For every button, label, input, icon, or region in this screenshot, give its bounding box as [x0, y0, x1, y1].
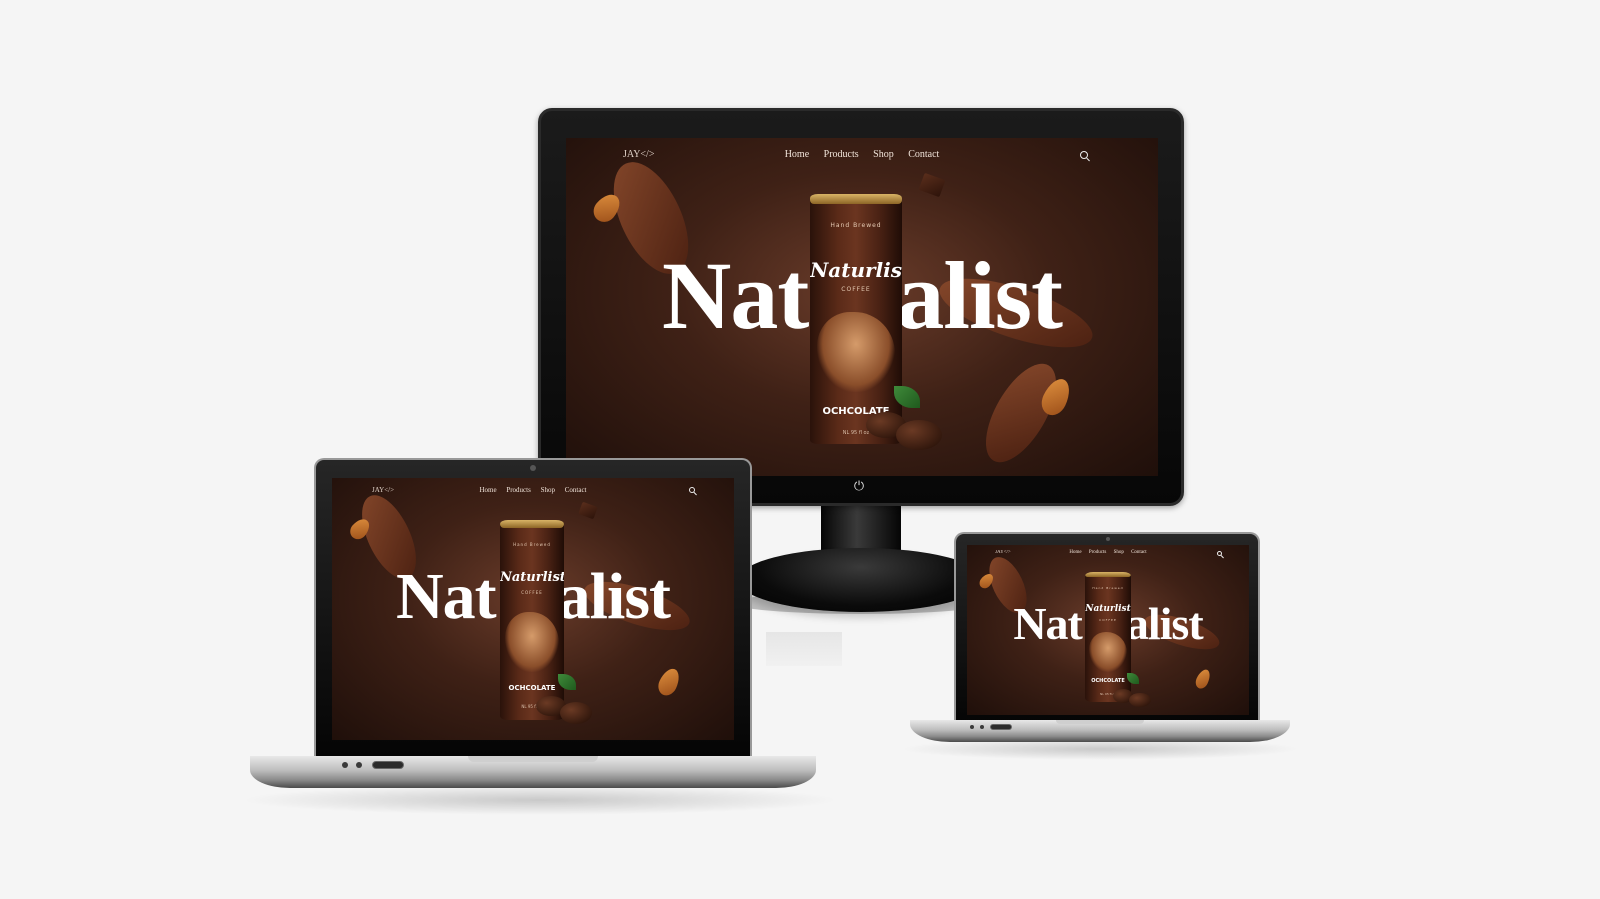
nav-home[interactable]: Home — [479, 486, 496, 494]
almond — [1193, 667, 1213, 691]
coffee-bean — [1129, 693, 1151, 707]
coffee-bean — [896, 420, 942, 450]
laptop-large-screen: JAY</> Home Products Shop Contact Nat ali… — [332, 478, 734, 740]
chocolate-piece — [578, 501, 598, 520]
coffee-bean — [560, 702, 592, 724]
laptop-large-lid: JAY</> Home Products Shop Contact Nat ali… — [314, 458, 752, 756]
can-top-text: Hand Brewed — [1092, 586, 1124, 590]
hero-title-left: Nat — [1013, 598, 1083, 649]
power-icon[interactable]: ⏻ — [852, 480, 866, 494]
search-icon[interactable] — [1080, 151, 1088, 159]
laptop-port — [356, 762, 362, 768]
can-top-text: Hand Brewed — [830, 222, 882, 229]
nav-shop[interactable]: Shop — [873, 149, 894, 160]
laptop-camera — [530, 465, 536, 471]
reflection — [766, 632, 842, 666]
laptop-port — [980, 725, 984, 729]
nav-contact[interactable]: Contact — [908, 149, 939, 160]
hero-title-right: alist — [1125, 598, 1204, 649]
can-flavor: OCHCOLATE — [1091, 678, 1125, 684]
laptop-slot — [990, 724, 1012, 730]
nav-products[interactable]: Products — [1089, 550, 1107, 555]
almond — [654, 665, 684, 699]
hero-title-right: alist — [896, 242, 1063, 349]
laptop-port — [342, 762, 348, 768]
laptop-notch — [1056, 720, 1144, 724]
monitor-bezel: JAY</> Home Products Shop Contact Nat ali… — [538, 108, 1184, 506]
can-brand: Naturlist — [1085, 604, 1131, 614]
can-lid — [810, 194, 902, 204]
can-top-text: Hand Brewed — [513, 542, 551, 547]
site-navbar: JAY</> Home Products Shop Contact — [967, 545, 1249, 563]
nav-products[interactable]: Products — [824, 149, 859, 160]
nav-menu: Home Products Shop Contact — [967, 550, 1249, 555]
hero-title-left: Nat — [396, 560, 497, 633]
can-chocolate-swirl — [505, 612, 559, 672]
laptop-small-lid: JAY</> Home Products Shop Contact Nat ali… — [954, 532, 1260, 722]
nav-products[interactable]: Products — [506, 486, 531, 494]
laptop-camera — [1106, 537, 1110, 541]
laptop-large: JAY</> Home Products Shop Contact Nat ali… — [250, 458, 830, 798]
chocolate-piece — [918, 172, 946, 198]
laptop-port — [970, 725, 974, 729]
can-subtitle: COFFEE — [521, 590, 543, 595]
search-icon[interactable] — [1217, 551, 1222, 556]
laptop-small-base — [910, 720, 1290, 742]
nav-contact[interactable]: Contact — [1131, 550, 1147, 555]
can-chocolate-swirl — [817, 312, 895, 392]
product-can[interactable]: Hand Brewed Naturlist COFFEE OCHCOLATE N… — [500, 520, 564, 720]
hero-title-right: alist — [557, 560, 671, 633]
can-brand: Naturlist — [500, 570, 564, 585]
nav-home[interactable]: Home — [1069, 550, 1081, 555]
can-brand: Naturlist — [810, 258, 902, 282]
product-can[interactable]: Hand Brewed Naturlist COFFEE OCHCOLATE N… — [810, 194, 902, 444]
site-navbar: JAY</> Home Products Shop Contact — [332, 478, 734, 504]
nav-home[interactable]: Home — [785, 149, 809, 160]
can-subtitle: COFFEE — [841, 286, 871, 293]
nav-shop[interactable]: Shop — [1114, 550, 1124, 555]
laptop-small: JAY</> Home Products Shop Contact Nat ali… — [910, 532, 1310, 752]
monitor-screen: JAY</> Home Products Shop Contact Nat ali… — [566, 138, 1158, 476]
laptop-small-screen: JAY</> Home Products Shop Contact Nat ali… — [967, 545, 1249, 715]
nav-shop[interactable]: Shop — [541, 486, 555, 494]
nav-menu: Home Products Shop Contact — [566, 149, 1158, 160]
hero-title-left: Nat — [662, 242, 809, 349]
can-chocolate-swirl — [1088, 632, 1128, 672]
nav-menu: Home Products Shop Contact — [332, 486, 734, 494]
can-lid — [500, 520, 564, 528]
product-can[interactable]: Hand Brewed Naturlist COFFEE OCHCOLATE N… — [1085, 572, 1131, 702]
search-icon[interactable] — [689, 487, 695, 493]
can-lid — [1085, 572, 1131, 577]
laptop-large-base — [250, 756, 816, 788]
nav-contact[interactable]: Contact — [565, 486, 587, 494]
laptop-slot — [372, 761, 404, 769]
can-subtitle: COFFEE — [1099, 618, 1117, 622]
site-navbar: JAY</> Home Products Shop Contact — [566, 138, 1158, 174]
can-flavor: OCHCOLATE — [508, 684, 556, 692]
laptop-notch — [468, 756, 598, 762]
